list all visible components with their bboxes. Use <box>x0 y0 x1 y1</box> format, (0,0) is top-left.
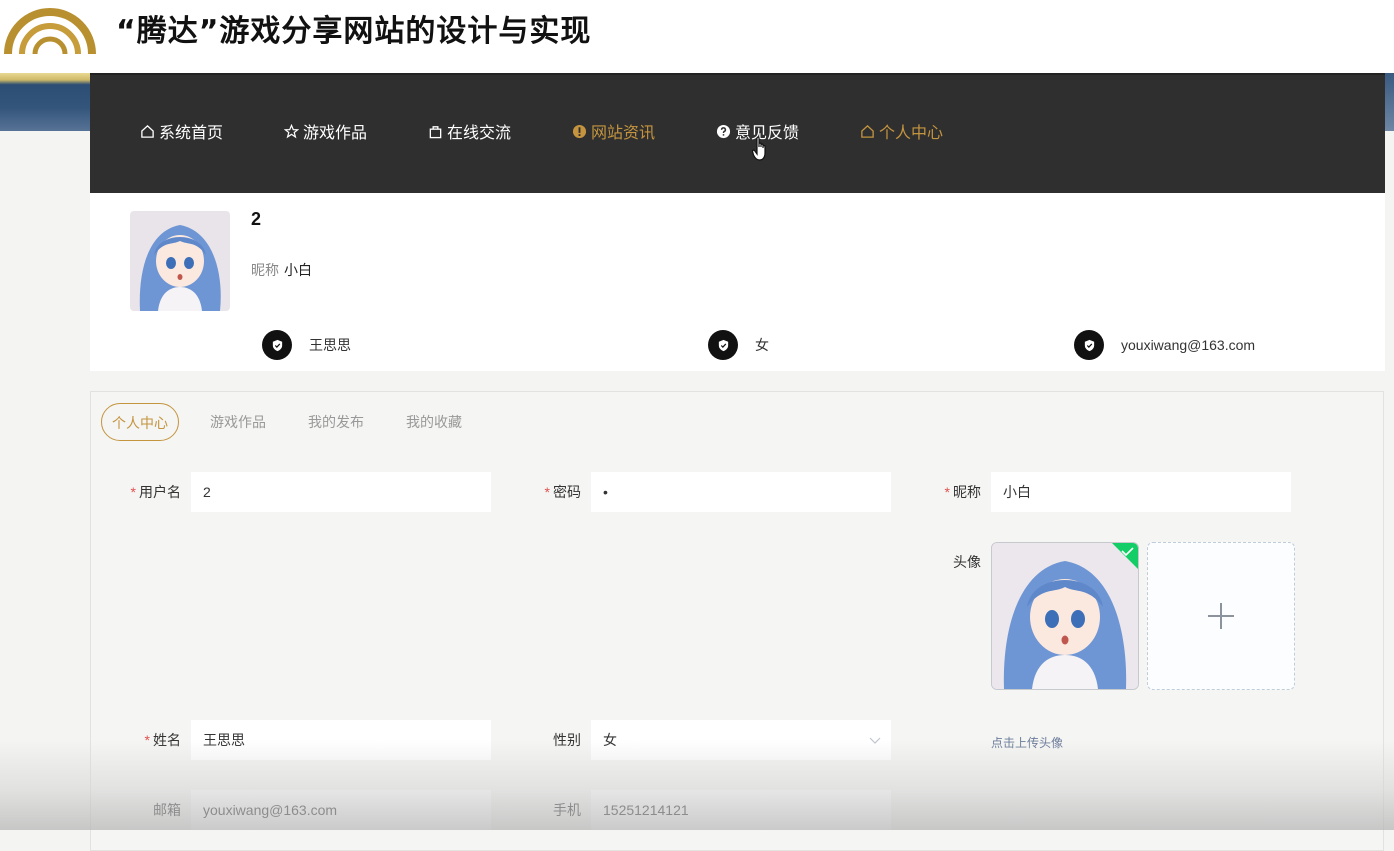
profile-name-chip: 王思思 <box>262 330 351 360</box>
nav-item-label: 个人中心 <box>879 125 944 142</box>
nickname-input[interactable]: 小白 <box>991 472 1291 512</box>
nav-item-home[interactable]: 系统首页 <box>140 119 223 143</box>
shield-icon <box>708 330 738 360</box>
plus-icon <box>1208 603 1234 629</box>
required-mark: * <box>144 732 150 748</box>
phone-label: 手机 <box>553 802 581 818</box>
required-mark: * <box>944 484 950 500</box>
background-banner <box>0 73 90 131</box>
nav-item-news[interactable]: 网站资讯 <box>572 119 655 143</box>
avatar-upload-thumbnail[interactable] <box>991 542 1139 690</box>
nav-item-label: 游戏作品 <box>303 125 368 142</box>
hand-cursor-icon <box>752 136 766 161</box>
gender-select-value: 女 <box>603 732 617 748</box>
password-input[interactable]: • <box>591 472 891 512</box>
profile-realname: 王思思 <box>309 337 351 353</box>
background-banner-right <box>1385 73 1394 131</box>
profile-nickname-value: 小白 <box>284 262 312 278</box>
gender-label: 性别 <box>553 732 581 748</box>
avatar-label: 头像 <box>953 554 981 570</box>
profile-gender-chip: 女 <box>708 330 769 360</box>
profile-email: youxiwang@163.com <box>1121 337 1256 353</box>
info-icon <box>572 124 587 138</box>
realname-label: * 姓名 <box>144 732 181 748</box>
email-label: 邮箱 <box>153 802 181 818</box>
avatar-image <box>130 211 230 311</box>
nav-item-label: 网站资讯 <box>591 125 656 142</box>
nav-item-chat[interactable]: 在线交流 <box>428 119 511 143</box>
star-icon <box>284 123 299 138</box>
profile-nickname-label: 昵称 <box>251 262 279 278</box>
nav-item-label: 系统首页 <box>159 125 224 142</box>
tab-my-favorites[interactable]: 我的收藏 <box>406 403 462 441</box>
logo-icon <box>4 8 96 55</box>
shield-icon <box>262 330 292 360</box>
avatar <box>130 211 230 311</box>
home-icon <box>141 124 154 138</box>
username-input[interactable]: 2 <box>191 472 491 512</box>
realname-input[interactable]: 王思思 <box>191 720 491 760</box>
gender-select[interactable]: 女 <box>591 720 891 760</box>
avatar-upload-hint[interactable]: 点击上传头像 <box>991 734 1063 751</box>
profile-username: 2 <box>251 209 262 229</box>
page-title: “腾达”游戏分享网站的设计与实现 <box>116 14 592 49</box>
chevron-down-icon <box>869 737 881 744</box>
home-icon <box>861 124 874 138</box>
phone-input[interactable]: 15251214121 <box>591 790 891 830</box>
question-icon <box>716 124 731 138</box>
tab-personal-center[interactable]: 个人中心 <box>101 403 179 441</box>
bag-icon <box>429 125 442 138</box>
top-nav: 系统首页 游戏作品 在线交流 网站资讯 意见反馈 个人中心 <box>90 73 1385 193</box>
email-input[interactable]: youxiwang@163.com <box>191 790 491 830</box>
profile-gender: 女 <box>755 337 769 353</box>
profile-email-chip: youxiwang@163.com <box>1074 330 1255 360</box>
title-banner: “腾达”游戏分享网站的设计与实现 <box>0 0 1394 73</box>
required-mark: * <box>130 484 136 500</box>
nav-item-games[interactable]: 游戏作品 <box>284 119 367 143</box>
tab-games[interactable]: 游戏作品 <box>210 403 266 441</box>
profile-form-panel: 个人中心 游戏作品 我的发布 我的收藏 * 用户名 2 * 密码 • * 昵称 小白 … <box>90 391 1384 851</box>
profile-card: 2 昵称 小白 王思思 女 youxiwang@163.com <box>90 193 1385 371</box>
nav-item-label: 在线交流 <box>447 125 512 142</box>
required-mark: * <box>544 484 550 500</box>
shield-icon <box>1074 330 1104 360</box>
avatar-upload-button[interactable] <box>1147 542 1295 690</box>
nav-item-profile[interactable]: 个人中心 <box>860 119 943 143</box>
username-label: * 用户名 <box>130 484 181 500</box>
nickname-label: * 昵称 <box>944 484 981 500</box>
avatar-preview-image <box>992 543 1138 689</box>
password-label: * 密码 <box>544 484 581 500</box>
tab-my-posts[interactable]: 我的发布 <box>308 403 364 441</box>
